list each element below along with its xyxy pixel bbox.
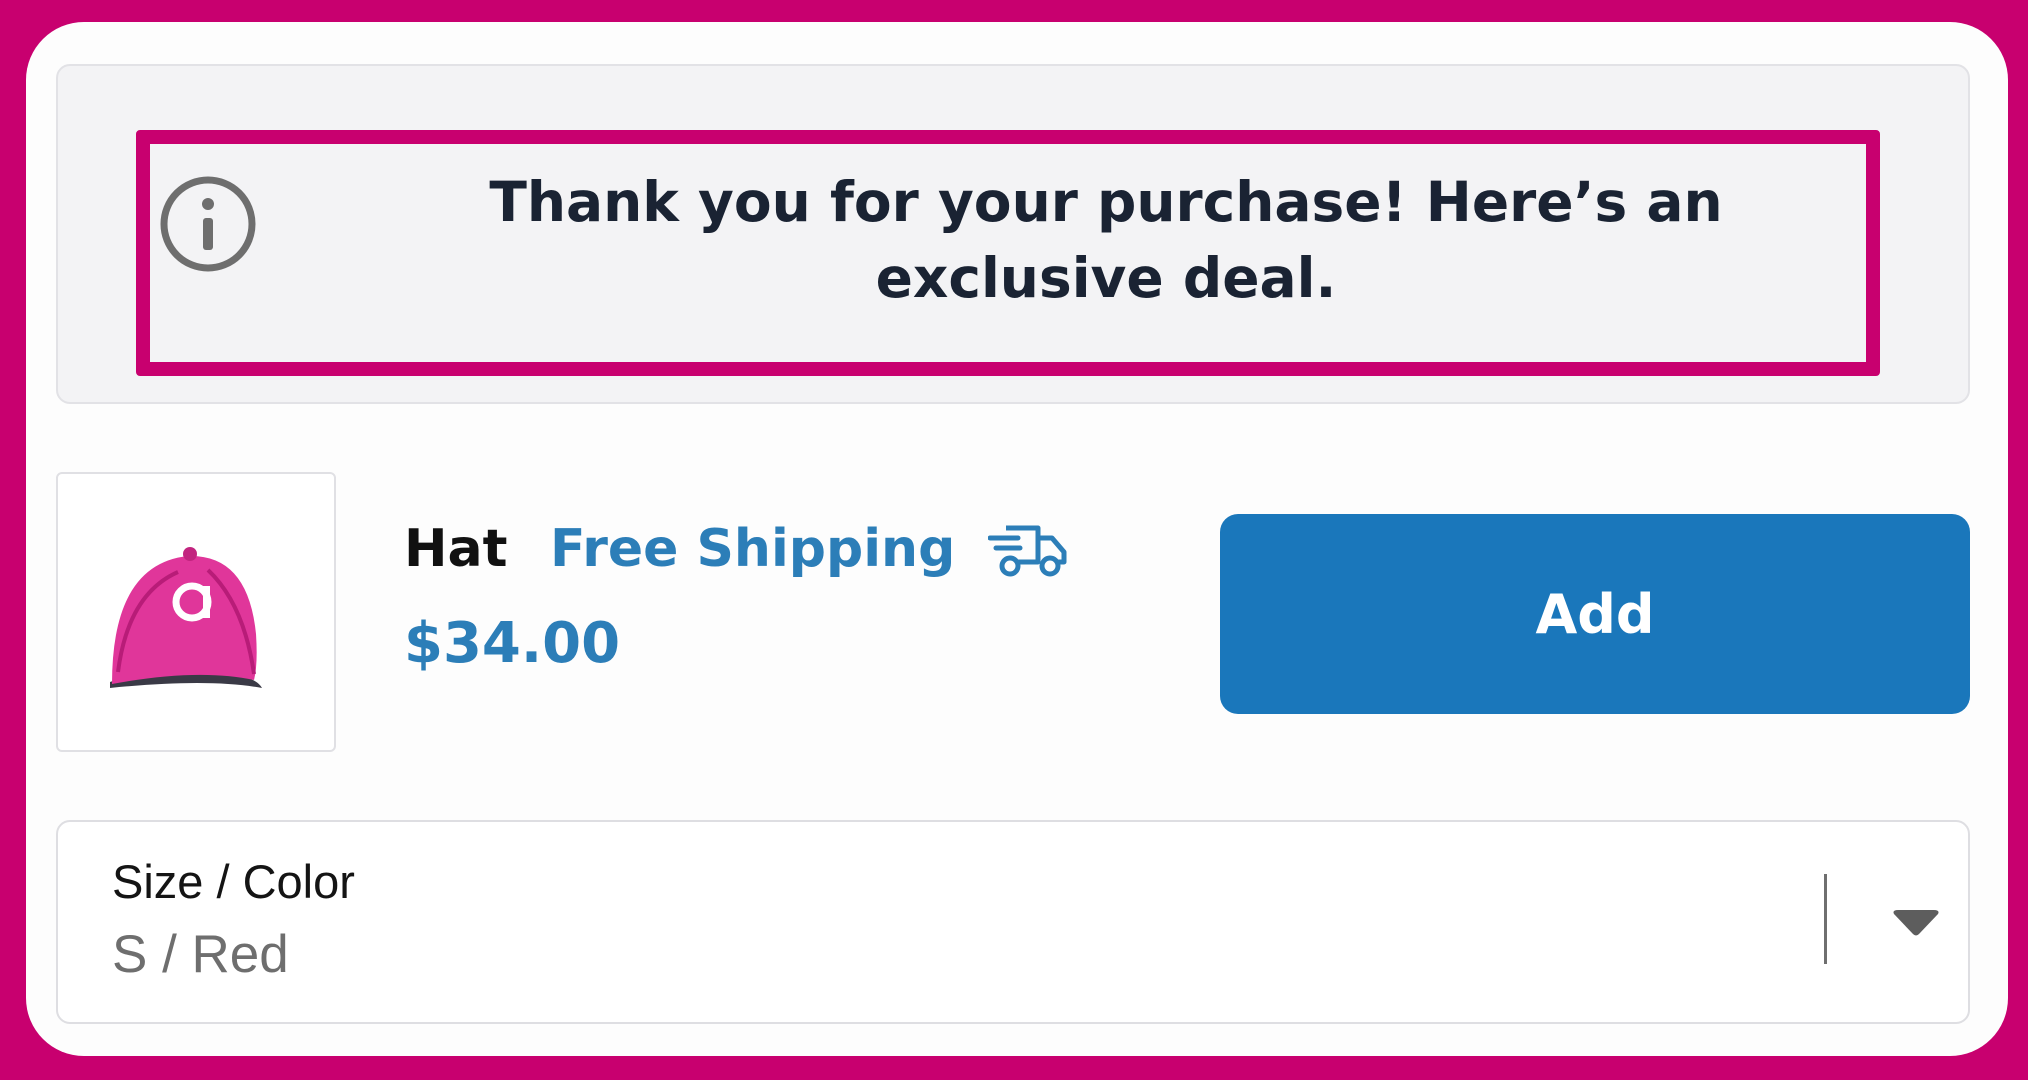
- pink-cap-image: [110, 547, 262, 688]
- upsell-card: Thank you for your purchase! Here’s an e…: [26, 22, 2008, 1056]
- chevron-down-icon[interactable]: [1892, 910, 1940, 938]
- info-icon: [160, 176, 256, 272]
- truck-icon: [988, 525, 1067, 577]
- product-image: [56, 472, 336, 752]
- product-price: $34.00: [404, 611, 621, 676]
- banner-message: Thank you for your purchase! Here’s an e…: [489, 170, 1723, 310]
- select-value: S / Red: [112, 925, 289, 984]
- add-button[interactable]: Add: [1220, 514, 1970, 714]
- select-divider: [1824, 874, 1827, 964]
- size-color-select[interactable]: Size / Color S / Red: [56, 820, 1970, 1024]
- select-label: Size / Color: [112, 855, 355, 908]
- product-name: Hat: [404, 519, 508, 579]
- free-shipping-label: Free Shipping: [550, 519, 956, 579]
